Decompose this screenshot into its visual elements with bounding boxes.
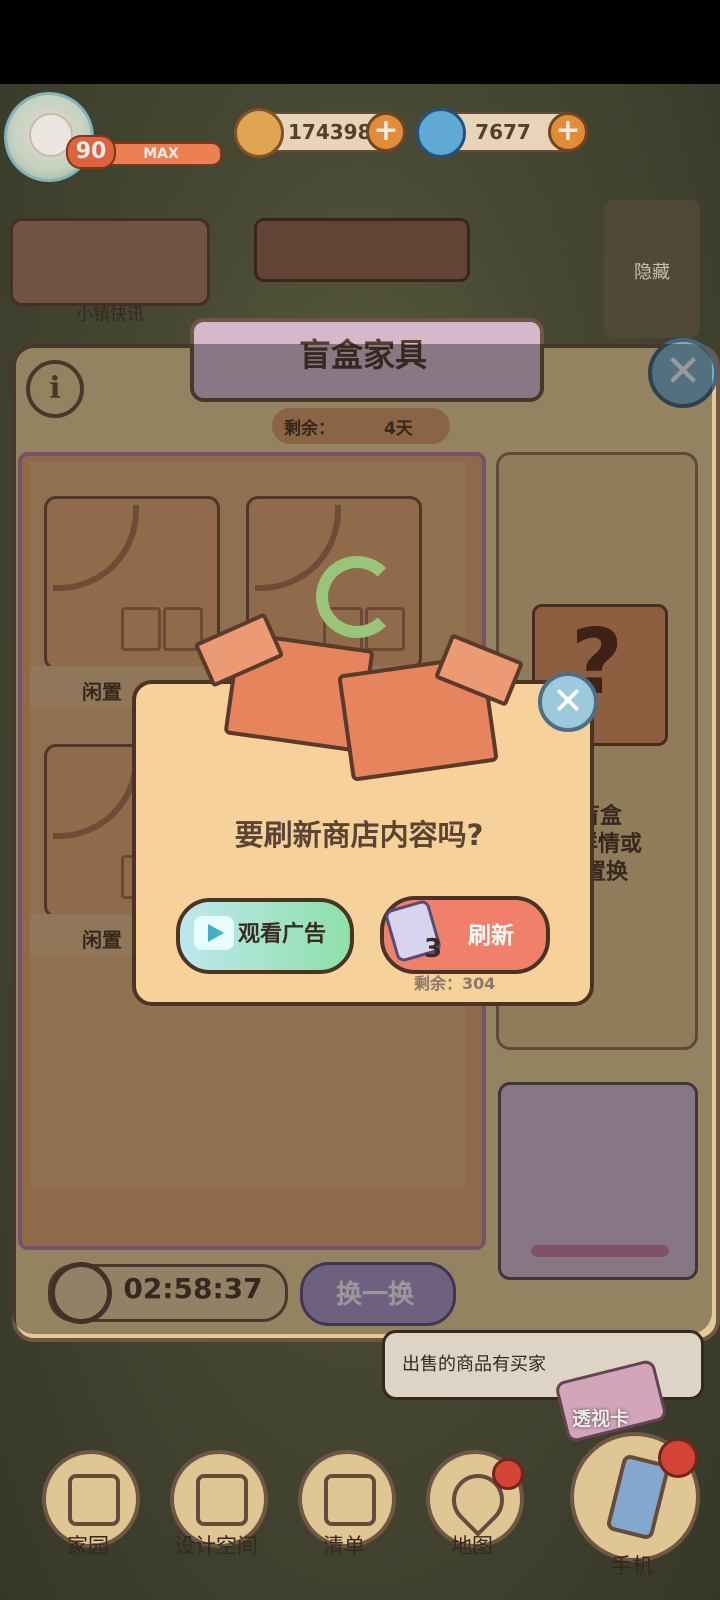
dialog-close-button[interactable]: ✕	[538, 672, 598, 732]
refresh-label: 刷新	[468, 923, 514, 949]
watch-ad-label: 观看广告	[238, 922, 327, 947]
dialog-question: 要刷新商店内容吗?	[234, 818, 484, 852]
refresh-arrow-icon	[316, 556, 398, 638]
refresh-remaining: 剩余：304	[414, 974, 496, 993]
play-icon	[194, 916, 234, 950]
refresh-cost: 3	[424, 934, 443, 964]
